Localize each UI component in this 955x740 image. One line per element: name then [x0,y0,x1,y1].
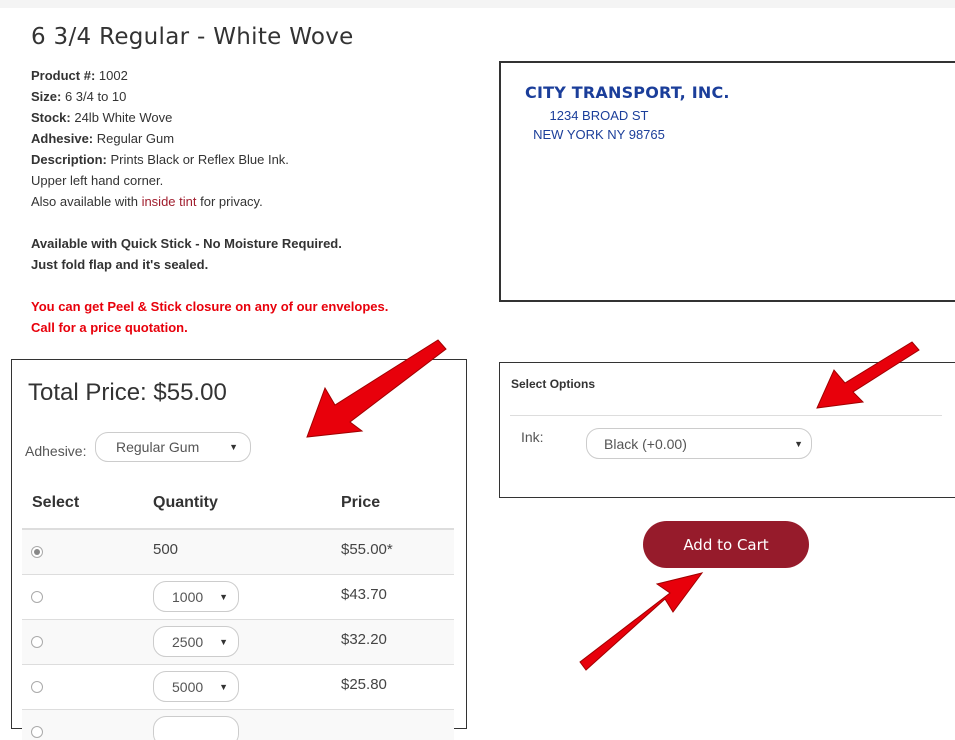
quantity-radio[interactable] [31,681,43,693]
quantity-select[interactable]: 2500 ▼ [153,626,239,657]
chevron-down-icon: ▼ [219,636,228,647]
chevron-down-icon: ▼ [219,591,228,602]
quantity-select-value: 2500 [172,633,204,650]
detail-corner-line: Upper left hand corner. [31,173,164,188]
table-row [22,710,454,740]
header-price: Price [341,494,381,511]
detail-label: Product #: [31,68,96,83]
price-value: $55.00* [341,541,393,558]
detail-value: 24lb White Wove [70,110,173,125]
detail-tint-line: Also available with inside tint for priv… [31,191,471,212]
adhesive-label: Adhesive: [25,443,87,459]
detail-value: Prints Black or Reflex Blue Ink. [106,152,289,167]
detail-label: Stock: [31,110,71,125]
table-row: 5000 ▼ $25.80 [22,665,454,710]
adhesive-select-value: Regular Gum [116,439,200,455]
quantity-select[interactable]: 5000 ▼ [153,671,239,702]
quantity-price-table: Select Quantity Price 500 $55.00* 1000 ▼… [22,478,454,740]
detail-size: Size: 6 3/4 to 10 [31,86,471,107]
quantity-select[interactable] [153,716,239,740]
detail-product-number: Product #: 1002 [31,65,471,86]
price-value: $43.70 [341,586,387,603]
peel-stick-line-2: Call for a price quotation. [31,320,188,335]
detail-label: Size: [31,89,62,104]
preview-address-line-2: NEW YORK NY 98765 [533,127,665,142]
table-row: 2500 ▼ $32.20 [22,620,454,665]
annotation-arrow-icon [579,572,704,671]
price-value: $25.80 [341,676,387,693]
inside-tint-link[interactable]: inside tint [142,194,197,209]
detail-label: Adhesive: [31,131,94,146]
quantity-radio[interactable] [31,726,43,738]
preview-address: 1234 BROAD ST NEW YORK NY 98765 [499,106,699,144]
price-value: $32.20 [341,631,387,648]
product-details: Product #: 1002 Size: 6 3/4 to 10 Stock:… [31,65,471,338]
quantity-select[interactable]: 1000 ▼ [153,581,239,612]
quantity-radio[interactable] [31,591,43,603]
tint-text-post: for privacy. [196,194,263,209]
detail-value: Regular Gum [93,131,175,146]
ink-select-value: Black (+0.00) [604,435,687,452]
quantity-select-value: 5000 [172,678,204,695]
quick-stick-line-1: Available with Quick Stick - No Moisture… [31,236,342,251]
product-title: 6 3/4 Regular - White Wove [31,24,354,50]
peel-stick-line-1: You can get Peel & Stick closure on any … [31,299,389,314]
table-row: 500 $55.00* [22,530,454,575]
top-bar [0,0,955,8]
detail-adhesive: Adhesive: Regular Gum [31,128,471,149]
envelope-preview: CITY TRANSPORT, INC. 1234 BROAD ST NEW Y… [499,61,955,302]
detail-description: Description: Prints Black or Reflex Blue… [31,149,471,170]
detail-value: 6 3/4 to 10 [61,89,127,104]
chevron-down-icon: ▼ [794,438,803,449]
table-row: 1000 ▼ $43.70 [22,575,454,620]
quantity-select-value: 1000 [172,588,204,605]
detail-value: 1002 [95,68,128,83]
adhesive-select[interactable]: Regular Gum ▼ [95,432,251,462]
quick-stick-line-2: Just fold flap and it's sealed. [31,257,209,272]
detail-stock: Stock: 24lb White Wove [31,107,471,128]
select-options-panel: Select Options Ink: Black (+0.00) ▼ [499,362,955,498]
detail-label: Description: [31,152,107,167]
header-select: Select [32,494,80,511]
divider [510,415,942,416]
table-header: Select Quantity Price [22,478,454,530]
ink-label: Ink: [521,429,544,445]
preview-address-line-1: 1234 BROAD ST [549,108,649,123]
quantity-radio[interactable] [31,636,43,648]
tint-text-pre: Also available with [31,194,142,209]
chevron-down-icon: ▼ [219,681,228,692]
select-options-title: Select Options [511,377,596,391]
total-price: Total Price: $55.00 [28,379,227,406]
preview-company-name: CITY TRANSPORT, INC. [525,83,730,102]
quantity-radio[interactable] [31,546,43,558]
ink-select[interactable]: Black (+0.00) ▼ [586,428,812,459]
quantity-value: 500 [153,541,179,558]
pricing-panel: Total Price: $55.00 Adhesive: Regular Gu… [11,359,467,740]
chevron-down-icon: ▼ [229,442,238,452]
header-quantity: Quantity [153,494,218,511]
add-to-cart-button[interactable]: Add to Cart [643,521,809,568]
